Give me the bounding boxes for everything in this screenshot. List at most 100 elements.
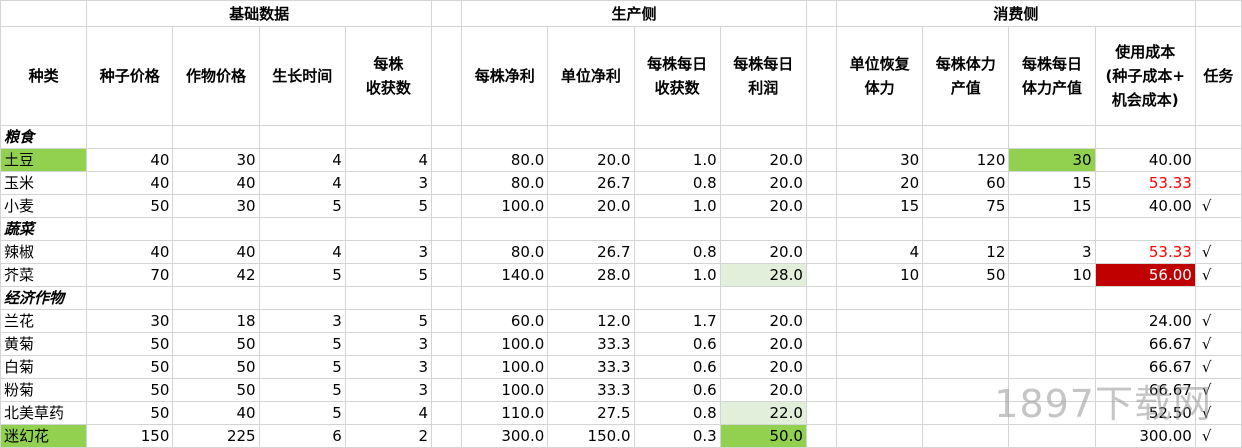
use-cost: 300.00	[1094, 424, 1196, 448]
harvest-count: 3	[344, 332, 433, 356]
header-daily-profit: 每株每日 利润	[719, 26, 807, 126]
crop-price: 50	[172, 378, 260, 402]
task-mark: √	[1194, 378, 1242, 402]
header-net-per-plant: 每株净利	[461, 26, 549, 126]
unit-stamina: 4	[835, 240, 924, 264]
unit-net: 28.0	[547, 263, 635, 287]
harvest-count: 3	[344, 171, 433, 195]
header-unit-stamina: 单位恢复 体力	[835, 26, 924, 126]
daily-profit: 20.0	[719, 148, 807, 172]
task-mark: √	[1194, 355, 1242, 379]
grow-time: 5	[258, 194, 346, 218]
seed-price: 30	[86, 309, 174, 333]
daily-stamina	[1008, 332, 1096, 356]
harvest-count: 5	[344, 263, 433, 287]
daily-profit: 22.0	[719, 401, 807, 425]
seed-price: 50	[86, 194, 174, 218]
crop-price: 50	[172, 355, 260, 379]
seed-price: 70	[86, 263, 174, 287]
stamina-value: 50	[922, 263, 1010, 287]
crop-price: 40	[172, 401, 260, 425]
header-grow-time: 生长时间	[258, 26, 346, 126]
header-seed-price: 种子价格	[86, 26, 174, 126]
use-cost: 56.00	[1094, 263, 1196, 287]
daily-profit: 20.0	[719, 332, 807, 356]
table-row: 兰花 30 18 3 5 60.0 12.0 1.7 20.0 24.00 √	[0, 309, 1242, 333]
category-row: 经济作物	[0, 286, 1242, 310]
net-per-plant: 300.0	[461, 424, 549, 448]
stamina-value: 60	[922, 171, 1010, 195]
use-cost: 40.00	[1094, 194, 1196, 218]
net-per-plant: 110.0	[461, 401, 549, 425]
seed-price: 40	[86, 240, 174, 264]
crop-price: 225	[172, 424, 260, 448]
unit-stamina	[835, 378, 924, 402]
unit-stamina: 10	[835, 263, 924, 287]
grow-time: 5	[258, 378, 346, 402]
daily-profit: 20.0	[719, 194, 807, 218]
daily-stamina: 3	[1008, 240, 1096, 264]
task-mark: √	[1194, 332, 1242, 356]
use-cost: 40.00	[1094, 148, 1196, 172]
group-consumption: 消费侧	[835, 0, 1196, 27]
crop-name: 迷幻花	[0, 424, 88, 448]
harvest-count: 4	[344, 401, 433, 425]
daily-profit: 50.0	[719, 424, 807, 448]
net-per-plant: 80.0	[461, 148, 549, 172]
header-crop-price: 作物价格	[172, 26, 260, 126]
net-per-plant: 100.0	[461, 378, 549, 402]
seed-price: 50	[86, 332, 174, 356]
crop-name: 白菊	[0, 355, 88, 379]
crop-price: 42	[172, 263, 260, 287]
harvest-count: 3	[344, 355, 433, 379]
header-use-cost: 使用成本 (种子成本+ 机会成本)	[1094, 26, 1196, 126]
daily-stamina	[1008, 309, 1096, 333]
table-row: 玉米 40 40 4 3 80.0 26.7 0.8 20.0 20 60 15…	[0, 171, 1242, 195]
net-per-plant: 140.0	[461, 263, 549, 287]
crop-price: 18	[172, 309, 260, 333]
task-mark: √	[1194, 194, 1242, 218]
use-cost: 53.33	[1094, 171, 1196, 195]
daily-profit: 28.0	[719, 263, 807, 287]
task-mark: √	[1194, 401, 1242, 425]
table-row: 辣椒 40 40 4 3 80.0 26.7 0.8 20.0 4 12 3 5…	[0, 240, 1242, 264]
grow-time: 4	[258, 171, 346, 195]
unit-stamina: 15	[835, 194, 924, 218]
daily-stamina	[1008, 378, 1096, 402]
net-per-plant: 100.0	[461, 355, 549, 379]
crop-name: 芥菜	[0, 263, 88, 287]
table-row: 迷幻花 150 225 6 2 300.0 150.0 0.3 50.0 300…	[0, 424, 1242, 448]
net-per-plant: 80.0	[461, 240, 549, 264]
harvest-count: 4	[344, 148, 433, 172]
daily-stamina	[1008, 401, 1096, 425]
unit-stamina	[835, 332, 924, 356]
net-per-plant: 60.0	[461, 309, 549, 333]
harvest-count: 3	[344, 378, 433, 402]
use-cost: 66.67	[1094, 332, 1196, 356]
net-per-plant: 100.0	[461, 194, 549, 218]
daily-harvest: 1.0	[633, 263, 721, 287]
daily-stamina: 15	[1008, 194, 1096, 218]
crop-price: 40	[172, 240, 260, 264]
crop-name: 玉米	[0, 171, 88, 195]
crop-name: 土豆	[0, 148, 88, 172]
seed-price: 40	[86, 171, 174, 195]
seed-price: 150	[86, 424, 174, 448]
unit-stamina	[835, 401, 924, 425]
use-cost: 53.33	[1094, 240, 1196, 264]
crop-price: 40	[172, 171, 260, 195]
column-header-row: 种类 种子价格 作物价格 生长时间 每株 收获数 每株净利 单位净利 每株每日 收获…	[0, 26, 1242, 126]
category-row: 蔬菜	[0, 217, 1242, 241]
use-cost: 24.00	[1094, 309, 1196, 333]
unit-stamina	[835, 309, 924, 333]
daily-harvest: 0.6	[633, 355, 721, 379]
unit-net: 26.7	[547, 171, 635, 195]
header-kind: 种类	[0, 26, 88, 126]
grow-time: 6	[258, 424, 346, 448]
stamina-value	[922, 332, 1010, 356]
daily-stamina	[1008, 424, 1096, 448]
harvest-count: 5	[344, 309, 433, 333]
task-mark: √	[1194, 309, 1242, 333]
unit-stamina: 30	[835, 148, 924, 172]
daily-stamina: 10	[1008, 263, 1096, 287]
